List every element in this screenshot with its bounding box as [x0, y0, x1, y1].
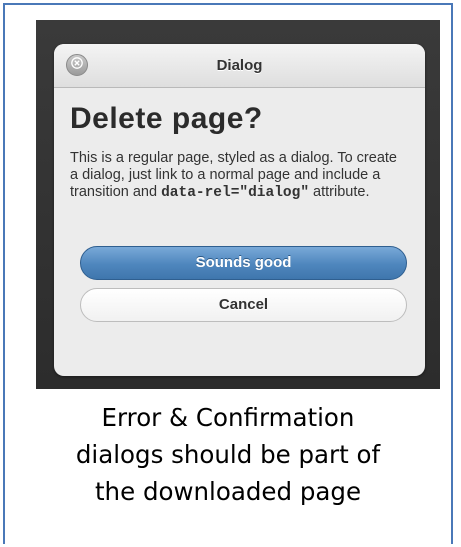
dialog-heading: Delete page? — [70, 102, 263, 135]
slide-caption: Error & Confirmation dialogs should be p… — [5, 399, 451, 510]
cancel-button[interactable]: Cancel — [80, 288, 407, 322]
sounds-good-button[interactable]: Sounds good — [80, 246, 407, 280]
caption-line-1: Error & Confirmation — [101, 403, 355, 432]
dialog-code: data-rel="dialog" — [161, 185, 310, 201]
dialog: Dialog Delete page? This is a regular pa… — [54, 44, 425, 376]
dialog-description: This is a regular page, styled as a dial… — [70, 150, 407, 202]
phone-screenshot: Dialog Delete page? This is a regular pa… — [36, 20, 440, 389]
dialog-header: Dialog — [54, 44, 425, 88]
slide-frame: Dialog Delete page? This is a regular pa… — [3, 3, 453, 544]
caption-line-2: dialogs should be part of — [75, 440, 381, 469]
dialog-title: Dialog — [216, 57, 263, 74]
dialog-text-part2: attribute. — [309, 184, 370, 200]
dialog-content: Delete page? This is a regular page, sty… — [54, 88, 425, 202]
caption-line-3: the downloaded page — [94, 477, 362, 506]
